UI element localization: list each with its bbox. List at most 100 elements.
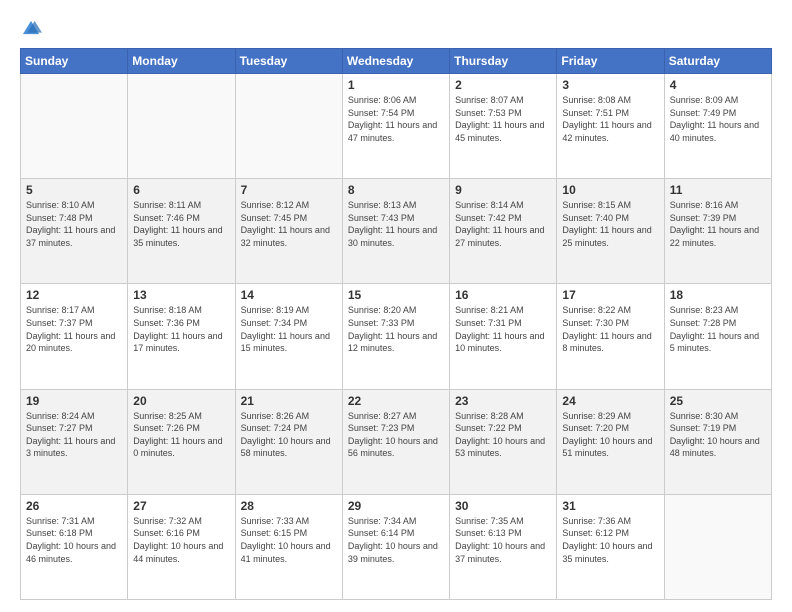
day-info: Sunrise: 8:17 AM Sunset: 7:37 PM Dayligh… [26,304,122,354]
day-info: Sunrise: 8:15 AM Sunset: 7:40 PM Dayligh… [562,199,658,249]
day-info: Sunrise: 7:35 AM Sunset: 6:13 PM Dayligh… [455,515,551,565]
day-info: Sunrise: 8:29 AM Sunset: 7:20 PM Dayligh… [562,410,658,460]
calendar-cell: 4 Sunrise: 8:09 AM Sunset: 7:49 PM Daylig… [664,74,771,179]
day-number: 10 [562,183,658,197]
calendar-cell: 16 Sunrise: 8:21 AM Sunset: 7:31 PM Dayli… [450,284,557,389]
day-info: Sunrise: 8:10 AM Sunset: 7:48 PM Dayligh… [26,199,122,249]
calendar-cell [128,74,235,179]
calendar-cell [21,74,128,179]
calendar-cell: 5 Sunrise: 8:10 AM Sunset: 7:48 PM Daylig… [21,179,128,284]
calendar-cell: 23 Sunrise: 8:28 AM Sunset: 7:22 PM Dayli… [450,389,557,494]
calendar-cell: 21 Sunrise: 8:26 AM Sunset: 7:24 PM Dayli… [235,389,342,494]
day-number: 30 [455,499,551,513]
day-info: Sunrise: 7:33 AM Sunset: 6:15 PM Dayligh… [241,515,337,565]
calendar-cell: 25Sunrise: 8:30 AM Sunset: 7:19 PM Dayli… [664,389,771,494]
calendar-week-row: 1Sunrise: 8:06 AM Sunset: 7:54 PM Daylig… [21,74,772,179]
day-info: Sunrise: 8:07 AM Sunset: 7:53 PM Dayligh… [455,94,551,144]
day-number: 12 [26,288,122,302]
calendar-table: SundayMondayTuesdayWednesdayThursdayFrid… [20,48,772,600]
calendar-cell: 14 Sunrise: 8:19 AM Sunset: 7:34 PM Dayli… [235,284,342,389]
logo-icon [20,18,42,40]
calendar-cell: 1Sunrise: 8:06 AM Sunset: 7:54 PM Daylig… [342,74,449,179]
day-number: 11 [670,183,766,197]
weekday-header-sunday: Sunday [21,49,128,74]
calendar-cell: 19 Sunrise: 8:24 AM Sunset: 7:27 PM Dayli… [21,389,128,494]
calendar-cell [235,74,342,179]
day-number: 1 [348,78,444,92]
day-info: Sunrise: 7:36 AM Sunset: 6:12 PM Dayligh… [562,515,658,565]
day-number: 27 [133,499,229,513]
day-number: 23 [455,394,551,408]
day-number: 6 [133,183,229,197]
header [20,18,772,40]
calendar-cell: 15 Sunrise: 8:20 AM Sunset: 7:33 PM Dayli… [342,284,449,389]
weekday-header-tuesday: Tuesday [235,49,342,74]
weekday-header-monday: Monday [128,49,235,74]
calendar-week-row: 5 Sunrise: 8:10 AM Sunset: 7:48 PM Daylig… [21,179,772,284]
day-number: 19 [26,394,122,408]
day-info: Sunrise: 8:09 AM Sunset: 7:49 PM Dayligh… [670,94,766,144]
day-info: Sunrise: 8:23 AM Sunset: 7:28 PM Dayligh… [670,304,766,354]
day-number: 8 [348,183,444,197]
day-number: 16 [455,288,551,302]
day-info: Sunrise: 8:19 AM Sunset: 7:34 PM Dayligh… [241,304,337,354]
day-number: 5 [26,183,122,197]
day-info: Sunrise: 8:20 AM Sunset: 7:33 PM Dayligh… [348,304,444,354]
day-info: Sunrise: 8:27 AM Sunset: 7:23 PM Dayligh… [348,410,444,460]
calendar-cell: 30 Sunrise: 7:35 AM Sunset: 6:13 PM Dayli… [450,494,557,599]
calendar-cell: 27Sunrise: 7:32 AM Sunset: 6:16 PM Dayli… [128,494,235,599]
day-info: Sunrise: 8:12 AM Sunset: 7:45 PM Dayligh… [241,199,337,249]
calendar-cell: 10 Sunrise: 8:15 AM Sunset: 7:40 PM Dayli… [557,179,664,284]
calendar-cell: 28Sunrise: 7:33 AM Sunset: 6:15 PM Dayli… [235,494,342,599]
calendar-cell: 29 Sunrise: 7:34 AM Sunset: 6:14 PM Dayli… [342,494,449,599]
calendar-cell: 13 Sunrise: 8:18 AM Sunset: 7:36 PM Dayli… [128,284,235,389]
calendar-cell: 12 Sunrise: 8:17 AM Sunset: 7:37 PM Dayli… [21,284,128,389]
day-number: 14 [241,288,337,302]
day-number: 3 [562,78,658,92]
day-info: Sunrise: 8:22 AM Sunset: 7:30 PM Dayligh… [562,304,658,354]
day-number: 20 [133,394,229,408]
day-info: Sunrise: 8:08 AM Sunset: 7:51 PM Dayligh… [562,94,658,144]
calendar-cell: 7 Sunrise: 8:12 AM Sunset: 7:45 PM Daylig… [235,179,342,284]
calendar-week-row: 12 Sunrise: 8:17 AM Sunset: 7:37 PM Dayli… [21,284,772,389]
day-number: 15 [348,288,444,302]
day-info: Sunrise: 8:25 AM Sunset: 7:26 PM Dayligh… [133,410,229,460]
calendar-cell: 17 Sunrise: 8:22 AM Sunset: 7:30 PM Dayli… [557,284,664,389]
calendar-cell: 26Sunrise: 7:31 AM Sunset: 6:18 PM Dayli… [21,494,128,599]
calendar-cell: 20 Sunrise: 8:25 AM Sunset: 7:26 PM Dayli… [128,389,235,494]
page: SundayMondayTuesdayWednesdayThursdayFrid… [0,0,792,612]
day-number: 9 [455,183,551,197]
day-number: 29 [348,499,444,513]
calendar-cell: 8 Sunrise: 8:13 AM Sunset: 7:43 PM Daylig… [342,179,449,284]
logo [20,18,46,40]
day-number: 7 [241,183,337,197]
calendar-cell: 18Sunrise: 8:23 AM Sunset: 7:28 PM Dayli… [664,284,771,389]
day-number: 17 [562,288,658,302]
day-info: Sunrise: 8:21 AM Sunset: 7:31 PM Dayligh… [455,304,551,354]
day-info: Sunrise: 7:31 AM Sunset: 6:18 PM Dayligh… [26,515,122,565]
day-number: 24 [562,394,658,408]
day-info: Sunrise: 8:13 AM Sunset: 7:43 PM Dayligh… [348,199,444,249]
day-number: 21 [241,394,337,408]
calendar-cell: 22Sunrise: 8:27 AM Sunset: 7:23 PM Dayli… [342,389,449,494]
day-info: Sunrise: 8:28 AM Sunset: 7:22 PM Dayligh… [455,410,551,460]
day-number: 13 [133,288,229,302]
weekday-header-saturday: Saturday [664,49,771,74]
day-info: Sunrise: 7:34 AM Sunset: 6:14 PM Dayligh… [348,515,444,565]
day-info: Sunrise: 8:11 AM Sunset: 7:46 PM Dayligh… [133,199,229,249]
weekday-header-row: SundayMondayTuesdayWednesdayThursdayFrid… [21,49,772,74]
day-info: Sunrise: 8:26 AM Sunset: 7:24 PM Dayligh… [241,410,337,460]
day-info: Sunrise: 8:14 AM Sunset: 7:42 PM Dayligh… [455,199,551,249]
calendar-cell [664,494,771,599]
calendar-cell: 9 Sunrise: 8:14 AM Sunset: 7:42 PM Daylig… [450,179,557,284]
day-number: 31 [562,499,658,513]
day-number: 4 [670,78,766,92]
calendar-cell: 6 Sunrise: 8:11 AM Sunset: 7:46 PM Daylig… [128,179,235,284]
weekday-header-thursday: Thursday [450,49,557,74]
day-info: Sunrise: 8:16 AM Sunset: 7:39 PM Dayligh… [670,199,766,249]
day-info: Sunrise: 8:24 AM Sunset: 7:27 PM Dayligh… [26,410,122,460]
weekday-header-wednesday: Wednesday [342,49,449,74]
weekday-header-friday: Friday [557,49,664,74]
calendar-week-row: 19 Sunrise: 8:24 AM Sunset: 7:27 PM Dayli… [21,389,772,494]
day-info: Sunrise: 8:18 AM Sunset: 7:36 PM Dayligh… [133,304,229,354]
